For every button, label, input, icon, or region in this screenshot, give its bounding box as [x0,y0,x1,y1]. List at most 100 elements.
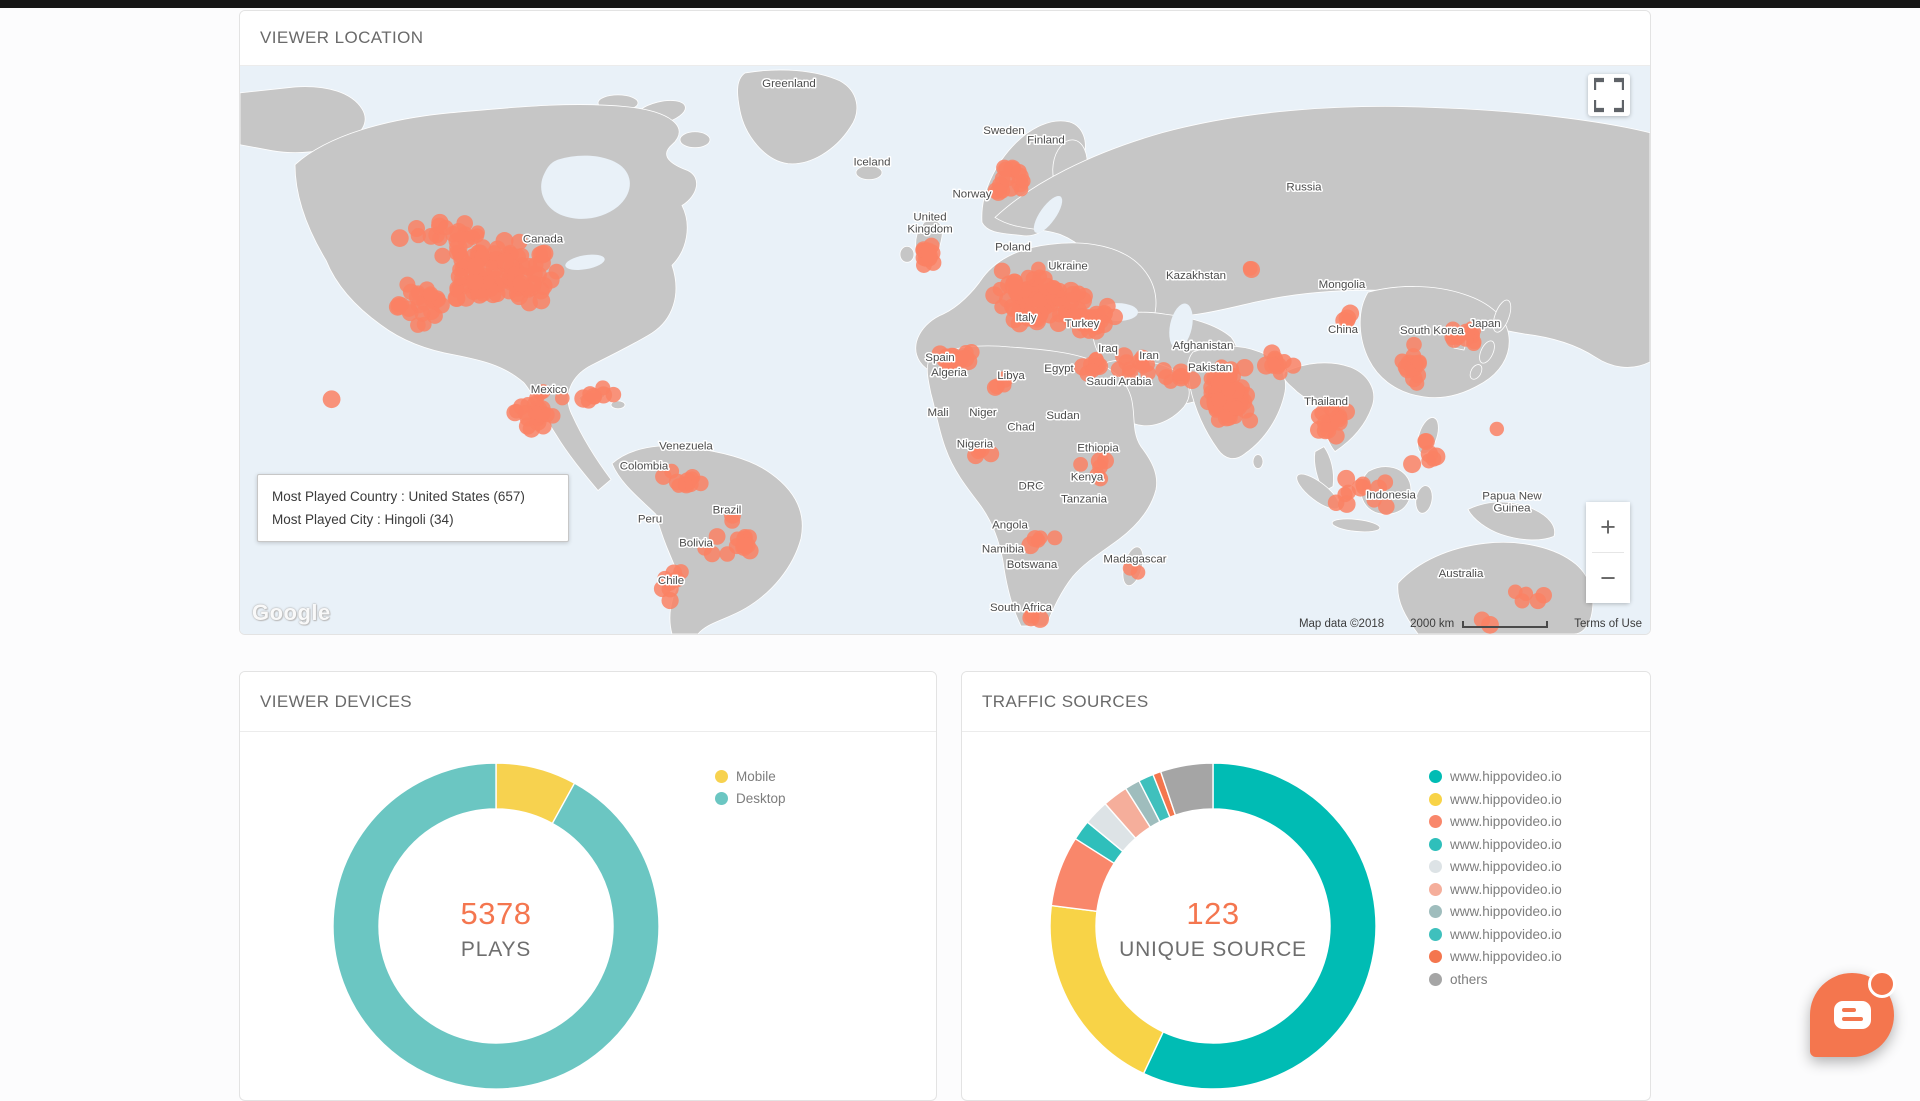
viewer-devices-panel: VIEWER DEVICES 5378 PLAYS MobileDesktop [239,671,937,1101]
svg-text:Canada: Canada [523,233,564,245]
legend-label: Mobile [736,769,776,784]
svg-text:Mongolia: Mongolia [1319,279,1366,291]
svg-text:South Korea: South Korea [1400,325,1464,337]
legend-item[interactable]: www.hippovideo.io [1429,792,1562,807]
viewer-devices-legend: Mobile Desktop [715,769,786,813]
svg-text:Chad: Chad [1007,422,1034,434]
legend-swatch [1429,905,1442,918]
map-canvas[interactable]: GreenlandIcelandCanadaUnitedKingdomNorwa… [240,65,1650,634]
svg-text:Algeria: Algeria [931,367,967,379]
svg-text:Spain: Spain [925,352,954,364]
legend-item[interactable]: www.hippovideo.io [1429,927,1562,942]
traffic-sources-title: TRAFFIC SOURCES [962,672,1650,732]
legend-label: www.hippovideo.io [1450,904,1562,919]
svg-text:Finland: Finland [1027,135,1065,147]
fullscreen-button[interactable] [1588,74,1630,116]
map-attribution: Map data ©2018 2000 km Terms of Use [1299,618,1642,630]
svg-text:Nigeria: Nigeria [957,439,994,451]
svg-text:Mali: Mali [927,407,948,419]
svg-text:Italy: Italy [1015,312,1036,324]
svg-text:Chile: Chile [658,575,684,587]
legend-swatch [715,792,728,805]
svg-text:Brazil: Brazil [713,504,742,516]
svg-text:Namibia: Namibia [982,543,1025,555]
legend-item[interactable]: www.hippovideo.io [1429,859,1562,874]
svg-text:Peru: Peru [638,513,662,525]
traffic-sources-legend: www.hippovideo.io www.hippovideo.io www.hi… [1429,769,1562,994]
most-played-country: Most Played Country : United States (657… [272,485,554,508]
fullscreen-icon [1594,75,1624,115]
svg-text:DRC: DRC [1019,481,1044,493]
legend-item[interactable]: www.hippovideo.io [1429,769,1562,784]
viewer-location-panel: VIEWER LOCATION [239,10,1651,635]
svg-text:Madagascar: Madagascar [1103,553,1166,565]
legend-item[interactable]: Desktop [715,791,786,806]
legend-label: www.hippovideo.io [1450,792,1562,807]
svg-text:Angola: Angola [992,519,1028,531]
traffic-sources-donut[interactable] [1043,756,1383,1096]
legend-swatch [1429,860,1442,873]
legend-item[interactable]: others [1429,972,1562,987]
svg-text:Saudi Arabia: Saudi Arabia [1086,376,1152,388]
svg-text:Thailand: Thailand [1304,396,1348,408]
svg-text:Russia: Russia [1286,182,1322,194]
svg-text:Sudan: Sudan [1046,410,1079,422]
svg-text:Iran: Iran [1139,350,1159,362]
legend-label: www.hippovideo.io [1450,882,1562,897]
zoom-out-button[interactable]: − [1586,553,1630,603]
chat-widget-button[interactable] [1810,973,1894,1057]
svg-text:UnitedKingdom: UnitedKingdom [907,211,952,235]
legend-swatch [1429,928,1442,941]
legend-swatch [1429,770,1442,783]
svg-text:Sweden: Sweden [983,125,1025,137]
svg-text:Turkey: Turkey [1065,318,1100,330]
top-bar [0,0,1920,8]
chat-notification-badge [1868,970,1896,998]
map-scale-bar [1462,621,1548,628]
map-zoom-control: + − [1586,502,1630,603]
traffic-sources-panel: TRAFFIC SOURCES 123 UNIQUE SOURCE www.hi… [961,671,1651,1101]
svg-text:China: China [1328,324,1359,336]
legend-item[interactable]: www.hippovideo.io [1429,949,1562,964]
legend-label: Desktop [736,791,786,806]
map-scale-label: 2000 km [1410,618,1454,630]
svg-text:Japan: Japan [1469,318,1500,330]
svg-text:Australia: Australia [1439,568,1484,580]
legend-label: www.hippovideo.io [1450,769,1562,784]
svg-text:Libya: Libya [997,370,1025,382]
legend-item[interactable]: www.hippovideo.io [1429,904,1562,919]
svg-text:Mexico: Mexico [531,384,567,396]
svg-text:Indonesia: Indonesia [1366,489,1416,501]
svg-text:Norway: Norway [953,189,992,201]
google-logo[interactable]: Google [252,600,331,626]
donut-slice[interactable] [333,763,659,1089]
legend-swatch [1429,838,1442,851]
legend-label: www.hippovideo.io [1450,837,1562,852]
legend-swatch [1429,793,1442,806]
svg-text:South Africa: South Africa [990,602,1053,614]
zoom-in-button[interactable]: + [1586,502,1630,552]
terms-of-use-link[interactable]: Terms of Use [1574,618,1642,630]
svg-text:Bolivia: Bolivia [679,537,713,549]
map-scale: 2000 km [1410,618,1548,630]
legend-item[interactable]: www.hippovideo.io [1429,837,1562,852]
world-map[interactable]: GreenlandIcelandCanadaUnitedKingdomNorwa… [240,65,1650,634]
svg-text:Poland: Poland [995,241,1031,253]
svg-text:Colombia: Colombia [620,461,669,473]
legend-item[interactable]: Mobile [715,769,786,784]
viewer-devices-title: VIEWER DEVICES [240,672,936,732]
most-played-city: Most Played City : Hingoli (34) [272,508,554,531]
legend-swatch [1429,973,1442,986]
viewer-devices-donut[interactable] [326,756,666,1096]
svg-text:Botswana: Botswana [1007,559,1058,571]
svg-text:Tanzania: Tanzania [1061,493,1108,505]
map-data-copyright: Map data ©2018 [1299,618,1384,630]
legend-swatch [1429,815,1442,828]
svg-text:Iceland: Iceland [853,157,890,169]
svg-text:Ethiopia: Ethiopia [1077,443,1119,455]
legend-item[interactable]: www.hippovideo.io [1429,814,1562,829]
legend-item[interactable]: www.hippovideo.io [1429,882,1562,897]
donut-slice[interactable] [1050,906,1163,1074]
legend-label: www.hippovideo.io [1450,927,1562,942]
legend-label: others [1450,972,1488,987]
